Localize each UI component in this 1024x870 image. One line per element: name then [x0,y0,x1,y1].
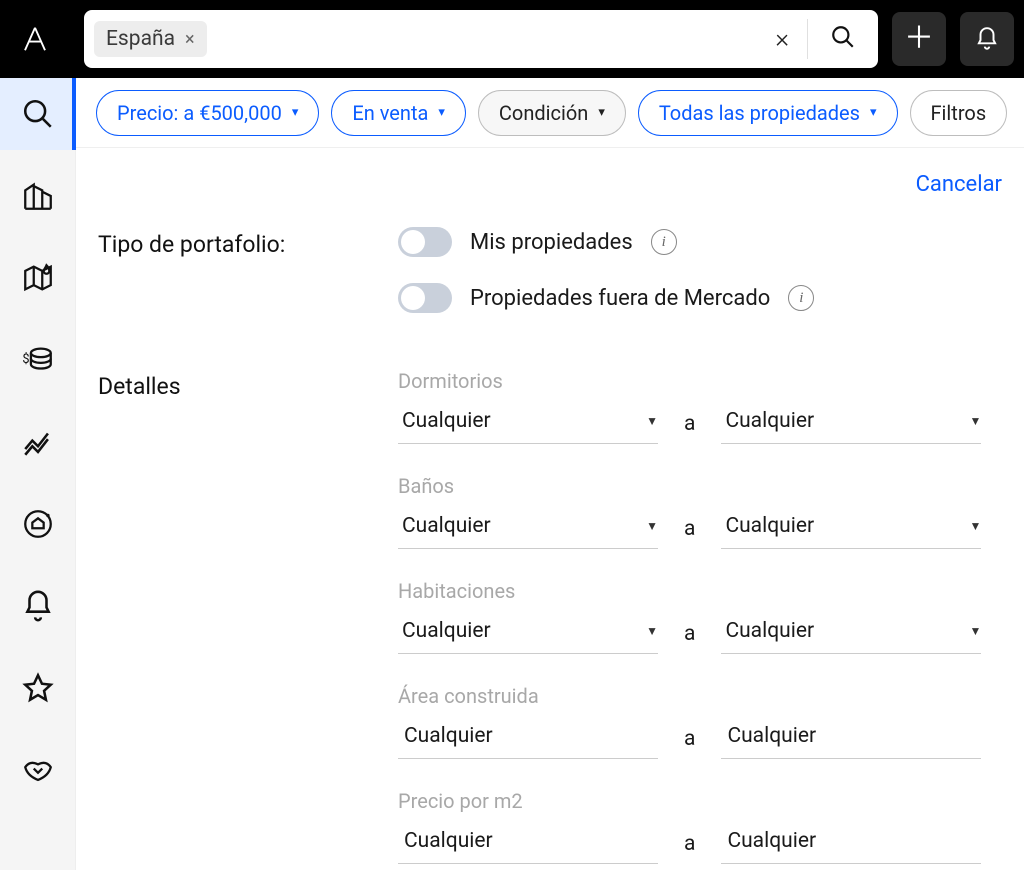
select-value: Cualquier [402,514,491,538]
filter-status-label: En venta [352,101,428,125]
chevron-down-icon: ▾ [598,105,605,120]
sidebar-item-map-hot[interactable] [0,242,76,314]
filter-condition[interactable]: Condición ▾ [478,90,626,136]
built-area-label: Área construida [398,684,1002,708]
toggle-offmarket[interactable] [398,283,452,313]
filter-panel: Cancelar Tipo de portafolio: Mis propied… [76,148,1024,870]
select-value: Cualquier [725,514,814,538]
range-separator: a [684,622,695,646]
sidebar-item-alerts[interactable] [0,570,76,642]
search-icon [21,97,55,131]
app-logo[interactable] [0,0,70,78]
details-label: Detalles [98,369,398,870]
handshake-icon [21,753,55,787]
range-separator: a [684,517,695,541]
buildings-icon [21,179,55,213]
add-button[interactable]: ＋ [892,12,946,66]
bell-icon [21,589,55,623]
chevron-down-icon: ▾ [870,105,877,120]
chevron-down-icon: ▼ [970,519,982,533]
filter-more-label: Filtros [931,101,987,125]
rooms-max-select[interactable]: Cualquier ▼ [721,613,981,654]
price-m2-label: Precio por m2 [398,789,1002,813]
range-separator: a [684,412,695,436]
chevron-down-icon: ▼ [646,414,658,428]
rooms-min-select[interactable]: Cualquier ▼ [398,613,658,654]
rooms-label: Habitaciones [398,579,1002,603]
trend-icon [21,425,55,459]
chevron-down-icon: ▼ [646,624,658,638]
bedrooms-label: Dormitorios [398,369,1002,393]
portfolio-type-label: Tipo de portafolio: [98,227,398,339]
price-m2-max-input[interactable]: Cualquier [721,823,981,864]
topbar: España × × ＋ [0,0,1024,78]
sidebar-item-buildings[interactable] [0,160,76,232]
chevron-down-icon: ▼ [646,519,658,533]
price-m2-min-input[interactable]: Cualquier [398,823,658,864]
toggle-my-properties[interactable] [398,227,452,257]
info-icon[interactable]: i [651,229,677,255]
bell-icon [974,26,1000,52]
plus-icon: ＋ [904,24,934,54]
coins-icon: $ [21,343,55,377]
search-submit-button[interactable] [808,24,878,54]
logo-icon [20,24,50,54]
chevron-down-icon: ▾ [292,105,299,120]
sidebar-item-pricing[interactable]: $ [0,324,76,396]
search-icon [830,24,856,50]
bedrooms-max-select[interactable]: Cualquier ▼ [721,403,981,444]
filter-allprops-label: Todas las propiedades [659,101,860,125]
built-area-min-input[interactable]: Cualquier [398,718,658,759]
filter-status[interactable]: En venta ▾ [331,90,466,136]
range-separator: a [684,832,695,856]
range-separator: a [684,727,695,751]
filter-allprops[interactable]: Todas las propiedades ▾ [638,90,898,136]
filter-bar: Precio: a €500,000 ▾ En venta ▾ Condició… [76,78,1024,148]
sidebar: $ [0,78,76,870]
toggle-offmarket-label: Propiedades fuera de Mercado [470,286,770,311]
cancel-link[interactable]: Cancelar [916,172,1002,197]
search-clear-icon[interactable]: × [757,24,807,54]
toggle-my-properties-label: Mis propiedades [470,230,633,255]
select-value: Cualquier [402,409,491,433]
filter-price-label: Precio: a €500,000 [117,101,282,125]
main-content: Precio: a €500,000 ▾ En venta ▾ Condició… [76,78,1024,870]
filter-condition-label: Condición [499,101,588,125]
map-fire-icon [21,261,55,295]
chevron-down-icon: ▼ [970,414,982,428]
input-placeholder: Cualquier [404,724,493,748]
input-placeholder: Cualquier [727,829,816,853]
search-chip-label: España [106,27,175,51]
input-placeholder: Cualquier [404,829,493,853]
sidebar-item-home-value[interactable] [0,488,76,560]
sidebar-item-favorites[interactable] [0,652,76,724]
notifications-button[interactable] [960,12,1014,66]
star-icon [21,671,55,705]
select-value: Cualquier [725,409,814,433]
chevron-down-icon: ▾ [438,105,445,120]
select-value: Cualquier [725,619,814,643]
filter-price[interactable]: Precio: a €500,000 ▾ [96,90,319,136]
baths-label: Baños [398,474,1002,498]
select-value: Cualquier [402,619,491,643]
sidebar-item-deals[interactable] [0,734,76,806]
built-area-max-input[interactable]: Cualquier [721,718,981,759]
search-chip-spain: España × [94,21,207,57]
info-icon[interactable]: i [788,285,814,311]
chevron-down-icon: ▼ [970,624,982,638]
filter-more[interactable]: Filtros [910,90,1008,136]
chip-close-icon[interactable]: × [185,29,195,50]
baths-max-select[interactable]: Cualquier ▼ [721,508,981,549]
home-circle-icon [21,507,55,541]
search-bar[interactable]: España × × [84,10,878,68]
sidebar-item-trends[interactable] [0,406,76,478]
bedrooms-min-select[interactable]: Cualquier ▼ [398,403,658,444]
sidebar-item-search[interactable] [0,78,76,150]
baths-min-select[interactable]: Cualquier ▼ [398,508,658,549]
svg-text:$: $ [22,352,29,367]
input-placeholder: Cualquier [727,724,816,748]
